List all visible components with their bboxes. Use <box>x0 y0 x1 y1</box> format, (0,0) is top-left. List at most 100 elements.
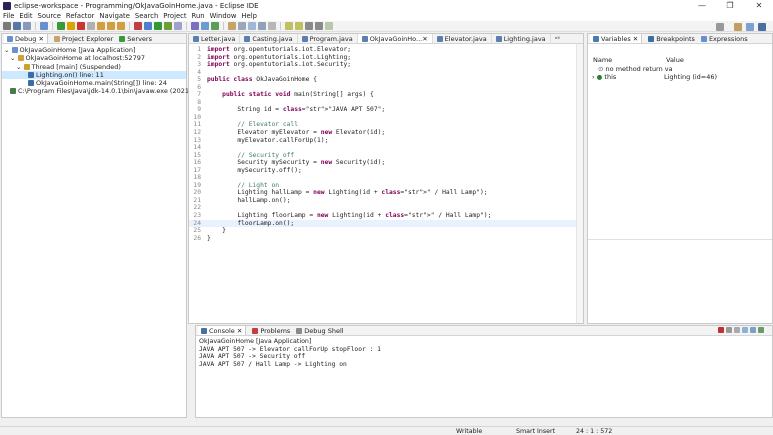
variable-row[interactable]: ⊙ no method return va <box>588 65 772 73</box>
menu-search[interactable]: Search <box>135 12 158 20</box>
prev-annotation-icon[interactable] <box>295 22 303 30</box>
search-toolbar-icon[interactable] <box>238 22 246 30</box>
variable-row[interactable]: › ● this Lighting (id=46) <box>588 73 772 81</box>
save-icon[interactable] <box>13 22 21 30</box>
step-return-icon[interactable] <box>117 22 125 30</box>
suspend-icon[interactable] <box>67 22 75 30</box>
tree-launch[interactable]: ⌄ OkJavaGoinHome [Java Application] <box>2 46 186 54</box>
tab-variables[interactable]: Variables ✕ <box>590 34 643 43</box>
remove-launch-icon[interactable] <box>726 327 732 333</box>
new-icon[interactable] <box>3 22 11 30</box>
terminate-icon[interactable] <box>77 22 85 30</box>
tab-project-explorer[interactable]: Project Explorer <box>53 35 113 43</box>
coverage-icon[interactable] <box>164 22 172 30</box>
pin-editor-icon[interactable] <box>325 22 333 30</box>
open-console-icon[interactable] <box>758 327 764 333</box>
tree-process[interactable]: C:\Program Files\Java\jdk-14.0.1\bin\jav… <box>2 87 206 95</box>
menu-source[interactable]: Source <box>38 12 61 20</box>
code-area[interactable]: 1 import org.opentutorials.iot.Elevator; 2… <box>189 46 583 242</box>
code-line[interactable]: 19 // Light on <box>189 182 583 190</box>
clear-console-icon[interactable] <box>734 327 740 333</box>
tab-okjavagoinhome-java[interactable]: OkJavaGoinHo... ✕ <box>357 34 433 43</box>
code-line[interactable]: 25 } <box>189 227 583 235</box>
code-line[interactable]: 14 <box>189 144 583 152</box>
debug-view-icon[interactable] <box>40 22 48 30</box>
tab-casting-java[interactable]: Casting.java <box>240 34 298 43</box>
scroll-lock-icon[interactable] <box>742 327 748 333</box>
code-line[interactable]: 5 public class OkJavaGoinHome { <box>189 76 583 84</box>
java-perspective-icon[interactable] <box>734 23 742 31</box>
code-line[interactable]: 16 Security mySecurity = new Security(id… <box>189 159 583 167</box>
step-over-icon[interactable] <box>107 22 115 30</box>
forward-icon[interactable] <box>315 22 323 30</box>
pin-console-icon[interactable] <box>750 327 756 333</box>
maximize-button[interactable]: ❐ <box>716 0 744 11</box>
code-line[interactable]: 20 Lighting hallLamp = new Lighting(id +… <box>189 189 583 197</box>
debug-perspective-icon[interactable] <box>746 23 754 31</box>
tab-letter-java[interactable]: Letter.java <box>189 34 241 43</box>
next-annotation-icon[interactable] <box>285 22 293 30</box>
search-icon[interactable] <box>716 23 724 31</box>
tab-problems[interactable]: Problems <box>252 327 290 335</box>
tab-program-java[interactable]: Program.java <box>298 34 358 43</box>
editor-scrollbar[interactable] <box>576 44 583 323</box>
save-all-icon[interactable] <box>23 22 31 30</box>
resume-icon[interactable] <box>57 22 65 30</box>
new-java-project-icon[interactable] <box>191 22 199 30</box>
menu-navigate[interactable]: Navigate <box>99 12 130 20</box>
tree-vm[interactable]: ⌄ OkJavaGoinHome at localhost:52797 <box>2 54 186 62</box>
tab-expressions[interactable]: Expressions <box>700 35 748 43</box>
code-line[interactable]: 11 // Elevator call <box>189 121 583 129</box>
tab-lighting-java[interactable]: Lighting.java <box>492 34 551 43</box>
code-line[interactable]: 24 floorLamp.on(); <box>189 219 583 228</box>
code-line[interactable]: 18 <box>189 174 583 182</box>
tab-servers[interactable]: Servers <box>119 35 152 43</box>
minimize-button[interactable]: — <box>688 0 716 11</box>
code-line[interactable]: 21 hallLamp.on(); <box>189 197 583 205</box>
code-line[interactable]: 13 myElevator.callForUp(1); <box>189 137 583 145</box>
code-line[interactable]: 22 <box>189 204 583 212</box>
code-line[interactable]: 8 <box>189 99 583 107</box>
other-perspective-icon[interactable] <box>758 23 766 31</box>
skip-breakpoints-icon[interactable] <box>134 22 142 30</box>
code-line[interactable]: 15 // Security off <box>189 152 583 160</box>
code-line[interactable]: 7 public static void main(String[] args)… <box>189 91 583 99</box>
menu-help[interactable]: Help <box>241 12 257 20</box>
tree-stack-frame-selected[interactable]: Lighting.on() line: 11 <box>2 70 186 80</box>
tree-stack-frame[interactable]: OkJavaGoinHome.main(String[]) line: 24 <box>2 79 186 87</box>
tab-breakpoints[interactable]: Breakpoints <box>648 35 695 43</box>
new-class-icon[interactable] <box>211 22 219 30</box>
tab-debug[interactable]: Debug ✕ <box>4 34 48 43</box>
code-line[interactable]: 23 Lighting floorLamp = new Lighting(id … <box>189 212 583 220</box>
tab-console[interactable]: Console ✕ <box>198 326 247 335</box>
terminate-console-icon[interactable] <box>718 327 724 333</box>
run-icon[interactable] <box>154 22 162 30</box>
code-line[interactable]: 12 Elevator myElevator = new Elevator(id… <box>189 129 583 137</box>
code-line[interactable]: 3 import org.opentutorials.iot.Security; <box>189 61 583 69</box>
code-line[interactable]: 26} <box>189 235 583 243</box>
menu-refactor[interactable]: Refactor <box>66 12 95 20</box>
menu-edit[interactable]: Edit <box>19 12 32 20</box>
menu-window[interactable]: Window <box>210 12 237 20</box>
block-selection-icon[interactable] <box>268 22 276 30</box>
show-whitespace-icon[interactable] <box>258 22 266 30</box>
back-icon[interactable] <box>305 22 313 30</box>
code-line[interactable]: 9 String id = class="str">"JAVA APT 507"… <box>189 106 583 114</box>
code-line[interactable]: 1 import org.opentutorials.iot.Elevator; <box>189 46 583 54</box>
open-type-icon[interactable] <box>228 22 236 30</box>
external-tools-icon[interactable] <box>174 22 182 30</box>
disconnect-icon[interactable] <box>87 22 95 30</box>
menu-run[interactable]: Run <box>192 12 205 20</box>
tab-overflow[interactable]: ⁿ⁵ <box>551 34 564 43</box>
code-line[interactable]: 2 import org.opentutorials.iot.Lighting; <box>189 54 583 62</box>
tab-debug-shell[interactable]: Debug Shell <box>296 327 344 335</box>
code-line[interactable]: 10 <box>189 114 583 122</box>
debug-icon[interactable] <box>144 22 152 30</box>
new-package-icon[interactable] <box>201 22 209 30</box>
tab-elevator-java[interactable]: Elevator.java <box>433 34 492 43</box>
tree-thread[interactable]: ⌄ Thread [main] (Suspended) <box>2 63 186 71</box>
toggle-mark-icon[interactable] <box>248 22 256 30</box>
step-into-icon[interactable] <box>97 22 105 30</box>
menu-file[interactable]: File <box>3 12 14 20</box>
code-line[interactable]: 17 mySecurity.off(); <box>189 167 583 175</box>
